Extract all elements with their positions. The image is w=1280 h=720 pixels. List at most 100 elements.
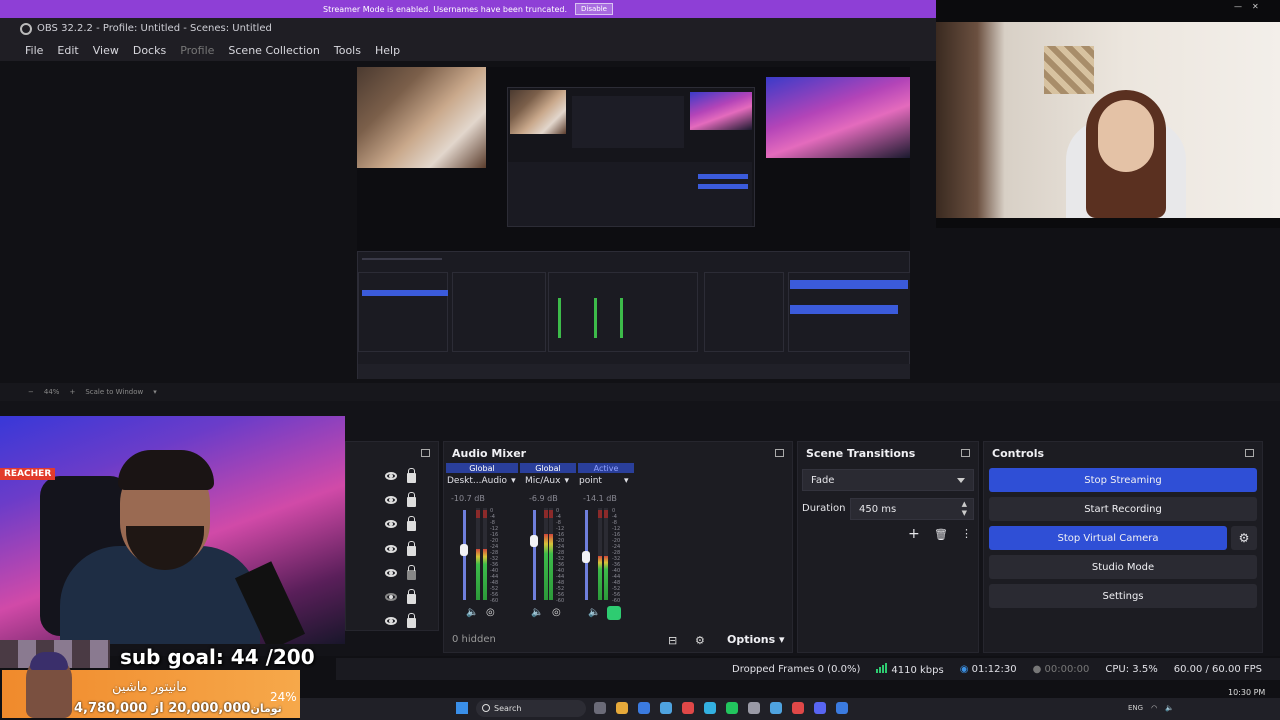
zoom-mode-select[interactable]: Scale to Window — [85, 388, 143, 396]
volume-fader-knob[interactable] — [582, 550, 590, 563]
menu-tools[interactable]: Tools — [334, 44, 361, 57]
lock-icon[interactable] — [407, 564, 416, 580]
speaker-icon[interactable]: 🔈 — [466, 607, 478, 618]
lock-icon[interactable] — [407, 515, 416, 531]
source-row[interactable] — [385, 564, 425, 580]
source-row[interactable] — [385, 588, 425, 604]
taskbar-app-icon[interactable] — [814, 702, 826, 714]
menu-docks[interactable]: Docks — [133, 44, 166, 57]
duration-input[interactable]: 450 ms ▲ ▼ — [850, 498, 974, 520]
visibility-eye-icon[interactable] — [385, 472, 397, 480]
taskbar-app-icon[interactable] — [726, 702, 738, 714]
volume-icon[interactable]: 🔈 — [1165, 704, 1174, 712]
monitor-icon[interactable]: ◎ — [552, 607, 561, 618]
minimize-icon[interactable]: — — [1234, 2, 1242, 11]
source-row[interactable] — [385, 491, 425, 507]
menu-profile[interactable]: Profile — [180, 44, 214, 57]
mixer-gear-icon[interactable]: ⚙ — [695, 634, 705, 647]
stop-streaming-button[interactable]: Stop Streaming — [989, 468, 1257, 492]
window-title-bar: OBS 32.2.2 - Profile: Untitled - Scenes:… — [0, 18, 936, 39]
start-windows-icon[interactable] — [456, 702, 468, 714]
chevron-down-icon: ▾ — [779, 633, 785, 646]
settings-button[interactable]: Settings — [989, 584, 1257, 608]
channel-name[interactable]: Mic/Aux ▾ — [525, 476, 569, 486]
taskbar-app-icon[interactable] — [836, 702, 848, 714]
record-icon: ● — [1032, 663, 1042, 675]
channel-name[interactable]: point ▾ — [579, 476, 628, 486]
mixer-layout-icon[interactable]: ⊟ — [668, 634, 677, 647]
disable-streamer-mode-button[interactable]: Disable — [575, 3, 613, 15]
close-icon[interactable]: ✕ — [1252, 2, 1259, 11]
virtual-camera-settings-gear-icon[interactable]: ⚙ — [1231, 526, 1257, 550]
taskbar-clock[interactable]: 10:30 PM — [1228, 688, 1265, 698]
visibility-eye-icon[interactable] — [385, 545, 397, 553]
channel-scope-label: Global — [520, 463, 576, 473]
webcam-overlay-left: REACHER — [0, 416, 345, 644]
undock-icon[interactable] — [1245, 449, 1254, 457]
taskbar-app-icon[interactable] — [638, 702, 650, 714]
taskbar-app-icon[interactable] — [770, 702, 782, 714]
menu-help[interactable]: Help — [375, 44, 400, 57]
volume-fader-knob[interactable] — [530, 535, 538, 548]
hidden-eye-icon[interactable] — [385, 593, 397, 601]
stop-virtual-camera-button[interactable]: Stop Virtual Camera — [989, 526, 1227, 550]
visibility-eye-icon[interactable] — [385, 520, 397, 528]
lock-icon[interactable] — [407, 588, 416, 604]
visibility-eye-icon[interactable] — [385, 569, 397, 577]
taskbar-app-icon[interactable] — [704, 702, 716, 714]
add-transition-icon[interactable]: + — [908, 526, 920, 542]
channel-scope-label: Global — [446, 463, 518, 473]
channel-db: -10.7 dB — [451, 494, 485, 503]
taskbar-app-icon[interactable] — [616, 702, 628, 714]
menu-file[interactable]: File — [25, 44, 43, 57]
start-recording-button[interactable]: Start Recording — [989, 497, 1257, 521]
taskbar-app-icon[interactable] — [748, 702, 760, 714]
taskbar-app-icon[interactable] — [792, 702, 804, 714]
lock-icon[interactable] — [407, 540, 416, 556]
source-row[interactable] — [385, 612, 425, 628]
remove-transition-icon[interactable]: 🗑 — [934, 528, 948, 541]
webcam-overlay-right — [936, 0, 1280, 228]
mixer-options-button[interactable]: Options ▾ — [727, 633, 785, 646]
menu-view[interactable]: View — [93, 44, 119, 57]
tray-lang[interactable]: ENG — [1128, 704, 1143, 712]
chevron-down-icon[interactable]: ▾ — [153, 388, 157, 396]
source-row[interactable] — [385, 515, 425, 531]
visibility-eye-icon[interactable] — [385, 496, 397, 504]
lock-icon[interactable] — [407, 467, 416, 483]
source-row[interactable] — [385, 467, 425, 483]
volume-fader-track[interactable] — [533, 510, 536, 600]
undock-icon[interactable] — [775, 449, 784, 457]
zoom-out-icon[interactable]: − — [28, 388, 34, 396]
transition-menu-icon[interactable]: ⋮ — [961, 527, 972, 540]
studio-mode-button[interactable]: Studio Mode — [989, 555, 1257, 579]
wifi-icon[interactable]: ◠ — [1151, 704, 1157, 712]
lock-icon[interactable] — [407, 491, 416, 507]
source-row[interactable] — [385, 540, 425, 556]
lock-icon[interactable] — [407, 612, 416, 628]
speaker-icon[interactable]: 🔈 — [588, 607, 600, 618]
taskbar-app-icon[interactable] — [682, 702, 694, 714]
taskbar-search[interactable]: Search — [476, 700, 586, 717]
zoom-value: 44% — [43, 388, 60, 396]
zoom-in-icon[interactable]: + — [69, 388, 75, 396]
duration-stepper[interactable]: ▲ ▼ — [962, 500, 967, 518]
undock-icon[interactable] — [961, 449, 970, 457]
monitor-icon[interactable]: ◎ — [486, 607, 495, 618]
speaker-icon[interactable]: 🔈 — [531, 607, 543, 618]
taskbar-app-icon[interactable] — [660, 702, 672, 714]
level-meter — [549, 508, 553, 600]
status-bar: Dropped Frames 0 (0.0%) 4110 kbps ◉ 01:1… — [336, 658, 1280, 680]
menu-scene-collection[interactable]: Scene Collection — [228, 44, 319, 57]
preview-canvas[interactable] — [357, 67, 910, 379]
visibility-eye-icon[interactable] — [385, 617, 397, 625]
volume-fader-knob[interactable] — [460, 544, 468, 557]
channel-name[interactable]: Deskt...Audio ▾ — [447, 476, 516, 486]
obs-logo-icon — [20, 22, 32, 35]
menu-edit[interactable]: Edit — [57, 44, 78, 57]
transition-select[interactable]: Fade — [802, 469, 974, 491]
taskbar-app-icon[interactable] — [594, 702, 606, 714]
undock-icon[interactable] — [421, 449, 430, 457]
donation-avatar — [26, 652, 72, 718]
headphone-monitor-icon[interactable] — [607, 606, 621, 620]
